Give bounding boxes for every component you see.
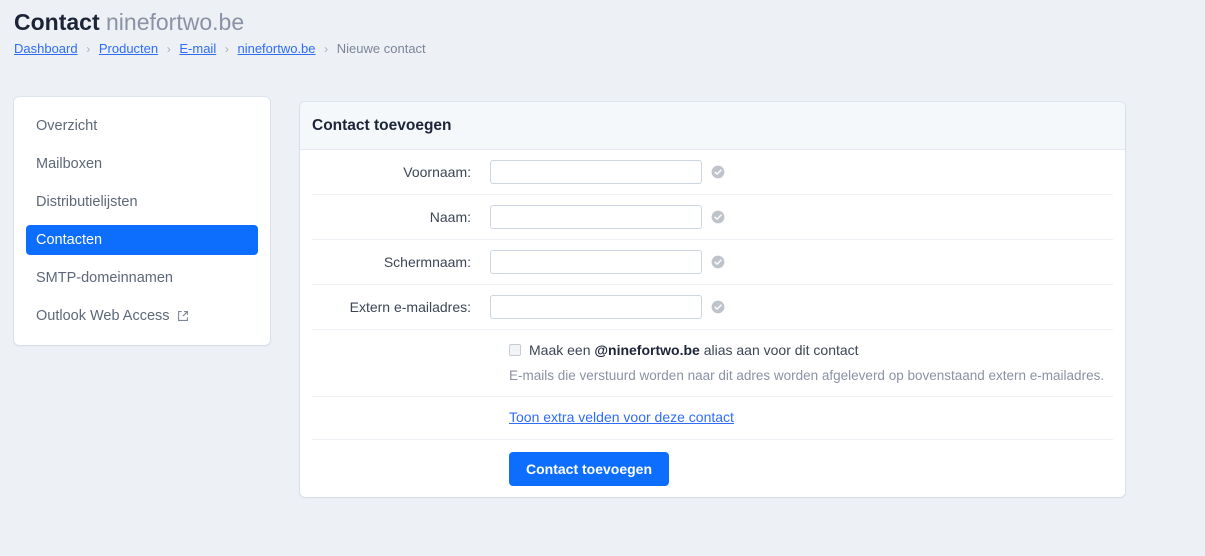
card-title: Contact toevoegen bbox=[312, 117, 1107, 135]
card-header: Contact toevoegen bbox=[300, 102, 1125, 150]
breadcrumb-separator: › bbox=[86, 42, 90, 56]
check-circle-icon bbox=[711, 210, 725, 224]
breadcrumb-separator: › bbox=[324, 42, 328, 56]
sidebar-item-label: Outlook Web Access bbox=[36, 308, 170, 324]
sidebar-item-outlook-web-access[interactable]: Outlook Web Access bbox=[26, 301, 258, 331]
breadcrumb-item-current: Nieuwe contact bbox=[337, 41, 426, 56]
check-circle-icon bbox=[711, 165, 725, 179]
voornaam-input[interactable] bbox=[490, 160, 702, 184]
alias-text-before: Maak een bbox=[529, 342, 594, 358]
breadcrumb-item-producten[interactable]: Producten bbox=[99, 41, 158, 56]
page-header: Contact ninefortwo.be Dashboard › Produc… bbox=[14, 8, 426, 57]
form-row-alias: Maak een @ninefortwo.be alias aan voor d… bbox=[312, 330, 1113, 397]
field-label-schermnaam: Schermnaam: bbox=[312, 254, 490, 270]
form-row-naam: Naam: bbox=[312, 195, 1113, 240]
sidebar-item-overzicht[interactable]: Overzicht bbox=[26, 111, 258, 141]
form-row-extern-emailadres: Extern e-mailadres: bbox=[312, 285, 1113, 330]
sidebar-item-distributielijsten[interactable]: Distributielijsten bbox=[26, 187, 258, 217]
breadcrumb-separator: › bbox=[225, 42, 229, 56]
field-label-voornaam: Voornaam: bbox=[312, 164, 490, 180]
naam-input[interactable] bbox=[490, 205, 702, 229]
sidebar-item-label: Mailboxen bbox=[36, 156, 102, 172]
field-wrapper-voornaam bbox=[490, 160, 725, 184]
breadcrumb-item-domain[interactable]: ninefortwo.be bbox=[237, 41, 315, 56]
alias-checkbox[interactable] bbox=[509, 344, 521, 356]
submit-cell: Contact toevoegen bbox=[490, 452, 669, 486]
external-link-icon bbox=[177, 310, 189, 322]
form-row-extra-fields: Toon extra velden voor deze contact bbox=[312, 397, 1113, 440]
sidebar-item-label: Overzicht bbox=[36, 118, 97, 134]
alias-checkbox-label: Maak een @ninefortwo.be alias aan voor d… bbox=[529, 342, 859, 358]
breadcrumb: Dashboard › Producten › E-mail › ninefor… bbox=[14, 41, 426, 57]
page-title-strong: Contact bbox=[14, 9, 100, 35]
alias-hint-text: E-mails die verstuurd worden naar dit ad… bbox=[490, 368, 1104, 383]
extern-emailadres-input[interactable] bbox=[490, 295, 702, 319]
form-row-submit: Contact toevoegen bbox=[312, 440, 1113, 497]
sidebar-item-smtp-domeinnamen[interactable]: SMTP-domeinnamen bbox=[26, 263, 258, 293]
field-wrapper-schermnaam bbox=[490, 250, 725, 274]
alias-text-after: alias aan voor dit contact bbox=[700, 342, 859, 358]
page-title: Contact ninefortwo.be bbox=[14, 8, 426, 36]
contact-form-card: Contact toevoegen Voornaam: Naam: bbox=[300, 102, 1125, 497]
sidebar-item-label: Contacten bbox=[36, 232, 102, 248]
extra-fields-cell: Toon extra velden voor deze contact bbox=[490, 409, 734, 427]
form-row-voornaam: Voornaam: bbox=[312, 150, 1113, 195]
alias-domain: @ninefortwo.be bbox=[594, 342, 699, 358]
sidebar-item-label: Distributielijsten bbox=[36, 194, 138, 210]
sidebar-item-mailboxen[interactable]: Mailboxen bbox=[26, 149, 258, 179]
field-label-naam: Naam: bbox=[312, 209, 490, 225]
field-wrapper-naam bbox=[490, 205, 725, 229]
card-body: Voornaam: Naam: Schermnaam bbox=[300, 150, 1125, 497]
field-label-extern-emailadres: Extern e-mailadres: bbox=[312, 299, 490, 315]
page-root: Contact ninefortwo.be Dashboard › Produc… bbox=[0, 0, 1205, 556]
page-title-rest: ninefortwo.be bbox=[106, 9, 244, 35]
show-extra-fields-link[interactable]: Toon extra velden voor deze contact bbox=[509, 409, 734, 425]
alias-checkbox-line[interactable]: Maak een @ninefortwo.be alias aan voor d… bbox=[490, 342, 859, 358]
breadcrumb-item-dashboard[interactable]: Dashboard bbox=[14, 41, 78, 56]
add-contact-button[interactable]: Contact toevoegen bbox=[509, 452, 669, 486]
sidebar-item-label: SMTP-domeinnamen bbox=[36, 270, 173, 286]
sidebar: Overzicht Mailboxen Distributielijsten C… bbox=[14, 97, 270, 345]
breadcrumb-item-email[interactable]: E-mail bbox=[179, 41, 216, 56]
field-wrapper-extern-emailadres bbox=[490, 295, 725, 319]
schermnaam-input[interactable] bbox=[490, 250, 702, 274]
check-circle-icon bbox=[711, 255, 725, 269]
form-row-schermnaam: Schermnaam: bbox=[312, 240, 1113, 285]
sidebar-item-contacten[interactable]: Contacten bbox=[26, 225, 258, 255]
breadcrumb-separator: › bbox=[167, 42, 171, 56]
check-circle-icon bbox=[711, 300, 725, 314]
